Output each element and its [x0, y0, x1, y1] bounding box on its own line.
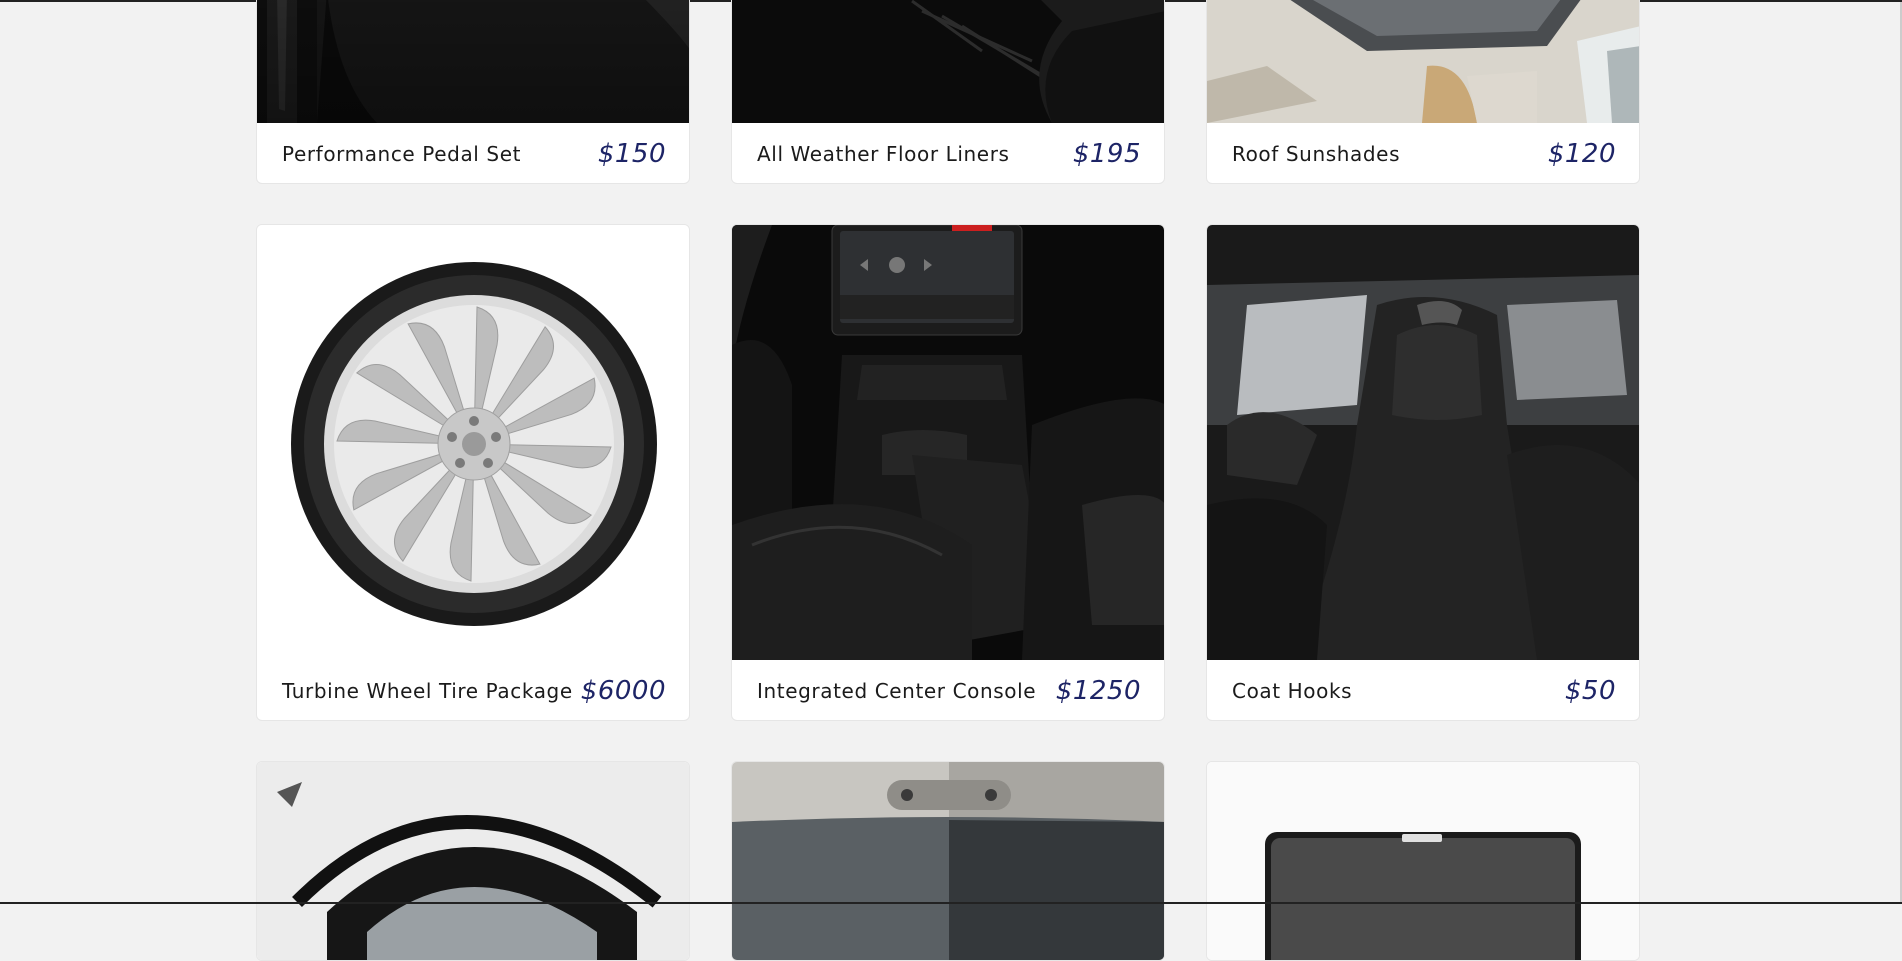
window-shade-image — [1207, 762, 1639, 960]
product-card-pedal-set[interactable]: Performance Pedal Set $150 — [256, 0, 690, 184]
product-name: Integrated Center Console — [757, 679, 1037, 703]
rear-window-image — [732, 762, 1164, 960]
product-name: Roof Sunshades — [1232, 142, 1401, 166]
floor-liners-image — [732, 0, 1164, 123]
product-info: Turbine Wheel Tire Package $6000 — [257, 660, 689, 720]
product-price: $195 — [1072, 139, 1141, 169]
product-card-center-console[interactable]: Integrated Center Console $1250 — [731, 224, 1165, 721]
center-console-image — [732, 225, 1164, 660]
product-card-turbine-wheel[interactable]: Turbine Wheel Tire Package $6000 — [256, 224, 690, 721]
product-card-wheel-on-car[interactable] — [256, 761, 690, 961]
product-info: All Weather Floor Liners $195 — [732, 123, 1164, 183]
pedal-set-image — [257, 0, 689, 123]
product-grid: Performance Pedal Set $150 All Weather F… — [256, 0, 1644, 961]
product-price: $120 — [1547, 139, 1616, 169]
product-card-rear-window[interactable] — [731, 761, 1165, 961]
product-info: Integrated Center Console $1250 — [732, 660, 1164, 720]
product-name: Performance Pedal Set — [282, 142, 522, 166]
product-card-window-shade[interactable] — [1206, 761, 1640, 961]
coat-hooks-image — [1207, 225, 1639, 660]
product-name: Coat Hooks — [1232, 679, 1353, 703]
product-card-floor-liners[interactable]: All Weather Floor Liners $195 — [731, 0, 1165, 184]
product-card-roof-sunshades[interactable]: Roof Sunshades $120 — [1206, 0, 1640, 184]
product-info: Performance Pedal Set $150 — [257, 123, 689, 183]
product-info: Roof Sunshades $120 — [1207, 123, 1639, 183]
product-price: $150 — [597, 139, 666, 169]
wheel-on-car-image — [257, 762, 689, 960]
product-price: $1250 — [1055, 676, 1141, 706]
product-info: Coat Hooks $50 — [1207, 660, 1639, 720]
product-name: Turbine Wheel Tire Package — [282, 679, 573, 703]
roof-sunshades-image — [1207, 0, 1639, 123]
turbine-wheel-image — [257, 225, 689, 660]
product-name: All Weather Floor Liners — [757, 142, 1010, 166]
product-price: $6000 — [580, 676, 666, 706]
product-card-coat-hooks[interactable]: Coat Hooks $50 — [1206, 224, 1640, 721]
product-price: $50 — [1564, 676, 1616, 706]
